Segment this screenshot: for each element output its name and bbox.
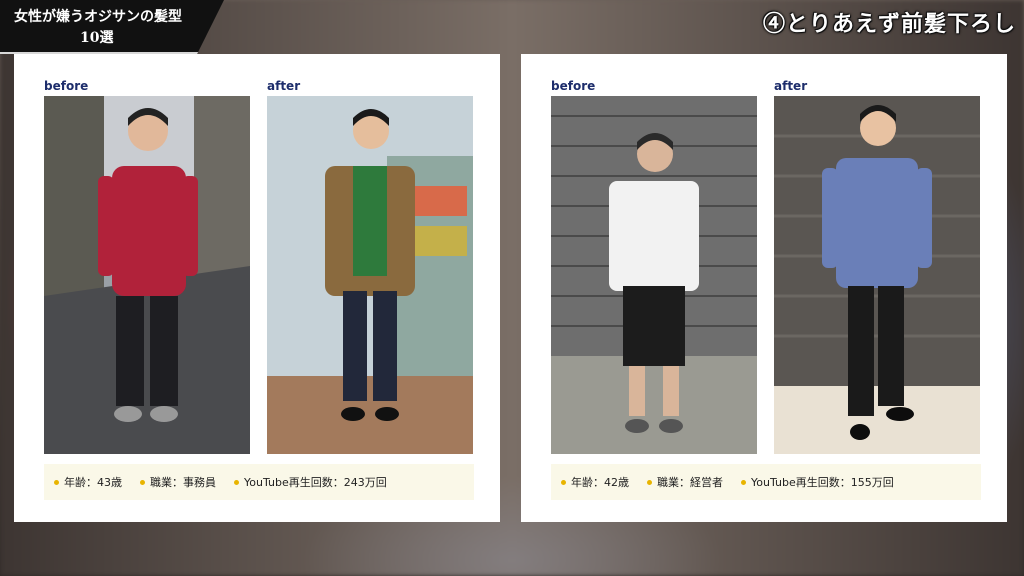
bullet-icon bbox=[234, 479, 239, 485]
profile-info-bar: 年齢：42歳 職業：経営者 YouTube再生回数：155万回 bbox=[551, 464, 981, 500]
views-text: YouTube再生回数：243万回 bbox=[244, 476, 387, 489]
age-text: 年齢：43歳 bbox=[64, 476, 122, 489]
views-item: YouTube再生回数：155万回 bbox=[741, 474, 894, 490]
series-title: 女性が嫌うオジサンの髪型 bbox=[14, 9, 182, 25]
after-photo bbox=[267, 96, 473, 454]
age-text: 年齢：42歳 bbox=[571, 476, 629, 489]
age-item: 年齢：42歳 bbox=[561, 474, 629, 490]
before-photo bbox=[551, 96, 757, 454]
after-label: after bbox=[774, 79, 808, 93]
before-photo bbox=[44, 96, 250, 454]
series-count: 10選 bbox=[80, 30, 114, 46]
views-text: YouTube再生回数：155万回 bbox=[751, 476, 894, 489]
job-item: 職業：事務員 bbox=[140, 474, 216, 490]
series-title-banner: 女性が嫌うオジサンの髪型 10選 bbox=[0, 0, 224, 54]
views-item: YouTube再生回数：243万回 bbox=[234, 474, 387, 490]
comparison-panel-2: before after 年齢：42歳 職業：経営者 YouTube再生回数：1… bbox=[521, 54, 1007, 522]
bullet-icon bbox=[741, 479, 746, 485]
bullet-icon bbox=[140, 479, 145, 485]
job-item: 職業：経営者 bbox=[647, 474, 723, 490]
section-title: ④とりあえず前髪下ろし bbox=[762, 11, 1016, 37]
job-text: 職業：事務員 bbox=[150, 476, 216, 489]
bullet-icon bbox=[647, 479, 652, 485]
after-label: after bbox=[267, 79, 301, 93]
bullet-icon bbox=[54, 479, 59, 485]
profile-info-bar: 年齢：43歳 職業：事務員 YouTube再生回数：243万回 bbox=[44, 464, 474, 500]
comparison-panel-1: before after 年齢：43歳 職業：事務員 YouTube再生回数：2… bbox=[14, 54, 500, 522]
bullet-icon bbox=[561, 479, 566, 485]
job-text: 職業：経営者 bbox=[657, 476, 723, 489]
after-photo bbox=[774, 96, 980, 454]
age-item: 年齢：43歳 bbox=[54, 474, 122, 490]
before-label: before bbox=[44, 79, 89, 93]
before-label: before bbox=[551, 79, 596, 93]
